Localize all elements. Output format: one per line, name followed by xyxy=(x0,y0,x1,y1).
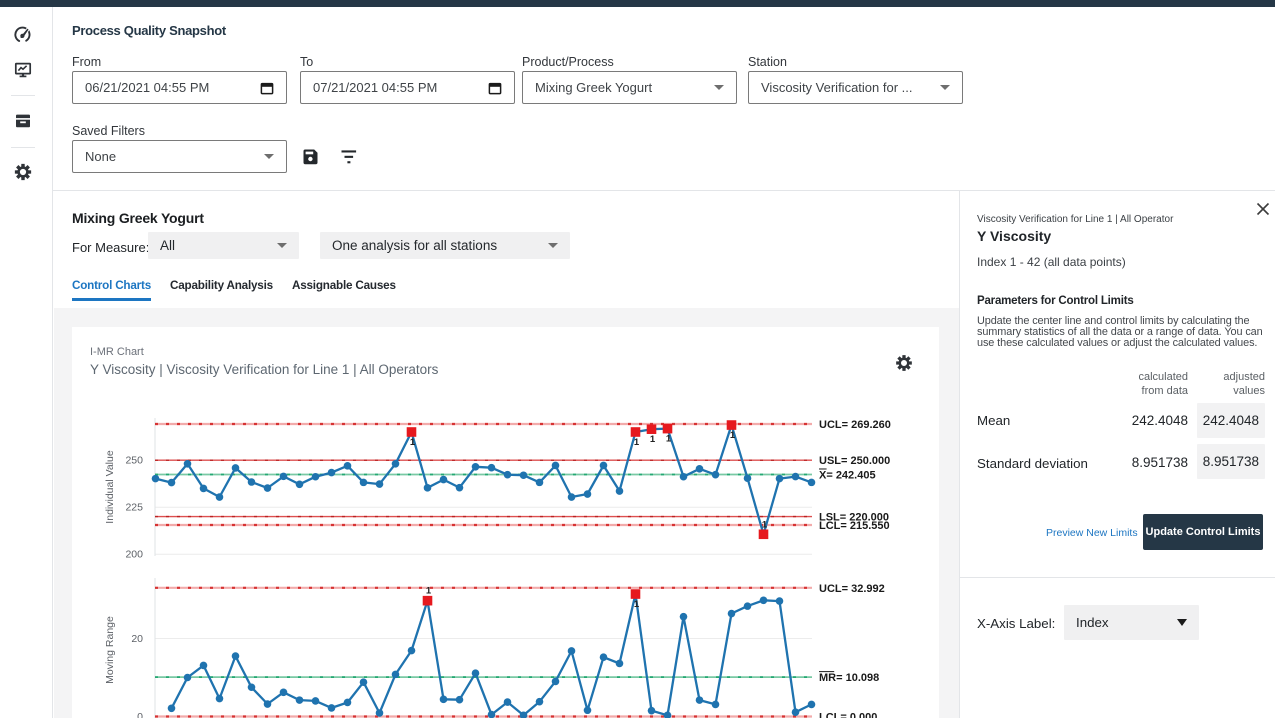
station-label: Station xyxy=(748,55,787,69)
imr-chart-plot: 250225200Individual ValueUCL= 269.260USL… xyxy=(72,327,939,718)
for-measure-label: For Measure: xyxy=(72,240,149,255)
svg-text:20: 20 xyxy=(131,633,143,645)
xaxis-select[interactable]: Index xyxy=(1064,605,1199,640)
panel-section-divider xyxy=(960,577,1275,578)
sidebar-nav xyxy=(0,7,53,718)
svg-text:USL= 250.000: USL= 250.000 xyxy=(819,455,890,467)
mean-row-label: Mean xyxy=(977,413,1010,428)
calendar-icon xyxy=(488,81,502,95)
panel-description: Update the center line and control limit… xyxy=(977,316,1275,348)
tabs-row: Control Charts Capability Analysis Assig… xyxy=(72,279,396,301)
chevron-down-icon xyxy=(940,85,950,90)
column-header-calculated: calculated from data xyxy=(1108,371,1188,398)
svg-text:Moving Range: Moving Range xyxy=(104,616,116,684)
product-process-label: Product/Process xyxy=(522,55,614,69)
chevron-down-icon xyxy=(714,85,724,90)
analysis-value: One analysis for all stations xyxy=(332,238,548,253)
measure-select[interactable]: All xyxy=(148,232,299,259)
saved-filters-value: None xyxy=(85,149,264,164)
to-label: To xyxy=(300,55,313,69)
tab-assignable-causes[interactable]: Assignable Causes xyxy=(292,279,396,301)
from-label: From xyxy=(72,55,101,69)
svg-text:200: 200 xyxy=(125,549,143,561)
mean-adjusted-input[interactable]: 242.4048 xyxy=(1197,403,1265,438)
to-datetime-input[interactable]: 07/21/2021 04:55 PM xyxy=(300,71,515,104)
station-select[interactable]: Viscosity Verification for ... xyxy=(748,71,963,104)
svg-text:1: 1 xyxy=(410,437,416,448)
svg-text:X= 242.405: X= 242.405 xyxy=(819,469,876,481)
from-value: 06/21/2021 04:55 PM xyxy=(85,80,260,95)
chevron-down-icon xyxy=(1177,619,1187,626)
product-heading: Mixing Greek Yogurt xyxy=(72,210,204,226)
stddev-calculated-value: 8.951738 xyxy=(1108,455,1188,470)
settings-gear-icon[interactable] xyxy=(14,163,32,181)
svg-text:1: 1 xyxy=(650,434,656,445)
product-process-select[interactable]: Mixing Greek Yogurt xyxy=(522,71,737,104)
update-control-limits-button[interactable]: Update Control Limits xyxy=(1143,514,1263,550)
archive-box-icon[interactable] xyxy=(14,112,32,130)
save-filter-icon[interactable] xyxy=(301,147,320,166)
top-title-bar xyxy=(0,0,1275,7)
svg-text:0: 0 xyxy=(137,711,143,718)
station-value: Viscosity Verification for ... xyxy=(761,80,940,95)
close-icon[interactable] xyxy=(1255,201,1271,217)
page-title: Process Quality Snapshot xyxy=(72,23,226,38)
chevron-down-icon xyxy=(277,243,287,248)
preview-new-limits-link[interactable]: Preview New Limits xyxy=(1046,527,1138,539)
tab-control-charts[interactable]: Control Charts xyxy=(72,279,151,301)
panel-index-note: Index 1 - 42 (all data points) xyxy=(977,255,1126,269)
panel-title: Y Viscosity xyxy=(977,228,1051,244)
filter-icon[interactable] xyxy=(340,149,358,165)
svg-text:1: 1 xyxy=(666,434,672,445)
saved-filters-label: Saved Filters xyxy=(72,124,145,138)
dashboard-gauge-icon[interactable] xyxy=(14,26,32,44)
saved-filters-select[interactable]: None xyxy=(72,140,287,173)
column-header-adjusted: adjusted values xyxy=(1185,371,1265,398)
from-datetime-input[interactable]: 06/21/2021 04:55 PM xyxy=(72,71,287,104)
svg-text:1: 1 xyxy=(634,437,640,448)
stddev-adjusted-input[interactable]: 8.951738 xyxy=(1197,444,1265,479)
svg-text:LCL= 0.000: LCL= 0.000 xyxy=(819,712,877,718)
chevron-down-icon xyxy=(264,154,274,159)
svg-text:1: 1 xyxy=(426,586,432,597)
charts-monitor-icon[interactable] xyxy=(14,61,32,79)
svg-text:1: 1 xyxy=(634,599,640,610)
mean-calculated-value: 242.4048 xyxy=(1108,413,1188,428)
panel-subtitle: Viscosity Verification for Line 1 | All … xyxy=(977,214,1173,225)
svg-text:250: 250 xyxy=(125,455,143,467)
svg-text:1: 1 xyxy=(730,430,736,441)
stddev-row-label: Standard deviation xyxy=(977,456,1088,471)
sidebar-divider xyxy=(11,147,35,148)
app-window: Process Quality Snapshot From 06/21/2021… xyxy=(0,0,1275,718)
xaxis-label: X-Axis Label: xyxy=(977,616,1055,631)
imr-chart-card: I-MR Chart Y Viscosity | Viscosity Verif… xyxy=(72,327,939,718)
svg-text:MR= 10.098: MR= 10.098 xyxy=(819,672,879,684)
svg-text:225: 225 xyxy=(125,502,143,514)
panel-section-title: Parameters for Control Limits xyxy=(977,295,1134,307)
xaxis-value: Index xyxy=(1076,615,1177,630)
analysis-select[interactable]: One analysis for all stations xyxy=(320,232,570,259)
svg-text:1: 1 xyxy=(762,519,768,530)
chevron-down-icon xyxy=(548,243,558,248)
svg-text:UCL= 269.260: UCL= 269.260 xyxy=(819,419,891,431)
calendar-icon xyxy=(260,81,274,95)
product-process-value: Mixing Greek Yogurt xyxy=(535,80,714,95)
svg-text:UCL= 32.992: UCL= 32.992 xyxy=(819,583,885,595)
svg-text:LCL= 215.550: LCL= 215.550 xyxy=(819,520,890,532)
measure-value: All xyxy=(160,238,277,253)
tab-capability-analysis[interactable]: Capability Analysis xyxy=(170,279,273,301)
sidebar-divider xyxy=(11,95,35,96)
svg-text:Individual Value: Individual Value xyxy=(104,450,116,524)
to-value: 07/21/2021 04:55 PM xyxy=(313,80,488,95)
